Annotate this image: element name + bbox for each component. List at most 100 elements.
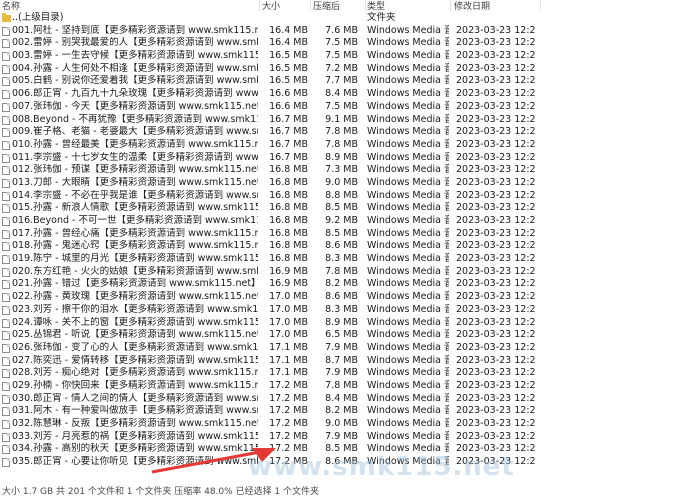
file-type: Windows Media 音... bbox=[367, 379, 449, 391]
file-row[interactable]: 022.孙露 - 黄玫瑰【更多精彩资源请到 www.smk115.net】.wm… bbox=[0, 291, 680, 304]
file-type: Windows Media 音... bbox=[367, 215, 449, 226]
file-name: 008.Beyond - 不再犹豫【更多精彩资源请到 www.smk115.ne… bbox=[12, 113, 258, 125]
column-divider[interactable] bbox=[259, 0, 260, 11]
file-name: 002.雷婷 - 别哭我最爱的人【更多精彩资源请到 www.smk115.net… bbox=[12, 37, 258, 49]
file-compressed-size: 9.2 MB bbox=[325, 215, 358, 226]
file-row[interactable]: 018.孙露 - 鬼迷心窍【更多精彩资源请到 www.smk115.net】.w… bbox=[0, 240, 680, 253]
file-row[interactable]: 003.雷婷 - 一生去守候【更多精彩资源请到 www.smk115.net】.… bbox=[0, 50, 680, 63]
file-row[interactable]: 028.刘芳 - 痴心绝对【更多精彩资源请到 www.smk115.net】.w… bbox=[0, 367, 680, 380]
audio-file-icon bbox=[2, 420, 10, 429]
file-size: 17.2 MB bbox=[269, 405, 308, 417]
status-text: 大小 1.7 GB 共 201 个文件和 1 个文件夹 压缩率 48.0% 已经… bbox=[2, 487, 320, 497]
audio-file-icon bbox=[2, 331, 10, 341]
file-size: 17.0 MB bbox=[269, 329, 308, 341]
file-type: Windows Media 音... bbox=[367, 405, 449, 417]
file-row[interactable]: 014.李宗盛 - 不必在乎我是谁【更多精彩资源请到 www.smk115.ne… bbox=[0, 190, 680, 203]
file-size: 16.5 MB bbox=[269, 62, 308, 74]
file-size: 16.8 MB bbox=[269, 164, 308, 176]
file-row[interactable]: 001.阿杜 - 坚持到底【更多精彩资源请到 www.smk115.net】.w… bbox=[0, 25, 680, 38]
file-size: 16.6 MB bbox=[269, 88, 308, 100]
vertical-scrollbar[interactable] bbox=[673, 12, 680, 468]
file-row[interactable]: 027.陈奕迅 - 爱情转移【更多精彩资源请到 www.smk115.net】.… bbox=[0, 355, 680, 368]
audio-file-icon bbox=[2, 52, 10, 62]
file-row[interactable]: 034.孙露 - 高别的秋天【更多精彩资源请到 www.smk115.net】.… bbox=[0, 443, 680, 456]
file-compressed-size: 8.5 MB bbox=[325, 202, 358, 214]
file-type: Windows Media 音... bbox=[367, 430, 449, 442]
file-name: 013.刀郎 - 大眼睛【更多精彩资源请到 www.smk115.net】.wm… bbox=[12, 176, 258, 188]
file-row[interactable]: 026.张玮伽 - 变了心的人【更多精彩资源请到 www.smk115.net】… bbox=[0, 342, 680, 355]
file-size: 17.1 MB bbox=[269, 341, 308, 353]
file-row[interactable]: 029.孙楠 - 你快回来【更多精彩资源请到 www.smk115.net】.w… bbox=[0, 380, 680, 393]
file-modified: 2023-03-23 12:29 bbox=[456, 341, 536, 353]
file-name: 001.阿杜 - 坚持到底【更多精彩资源请到 www.smk115.net】.w… bbox=[12, 24, 258, 36]
column-divider[interactable] bbox=[365, 0, 366, 11]
file-row[interactable]: 024.谭咏 - 关不上的窗【更多精彩资源请到 www.smk115.net】.… bbox=[0, 317, 680, 330]
file-row[interactable]: 030.郎正宵 - 情人之间的情人【更多精彩资源请到 www.smk115.ne… bbox=[0, 393, 680, 406]
file-row[interactable]: 010.孙露 - 曾经最美【更多精彩资源请到 www.smk115.net】.w… bbox=[0, 139, 680, 152]
file-type: Windows Media 音... bbox=[367, 456, 449, 468]
file-row[interactable]: 020.东方红艳 - 火火的姑娘【更多精彩资源请到 www.smk115.net… bbox=[0, 266, 680, 279]
file-type: Windows Media 音... bbox=[367, 202, 449, 214]
column-modified[interactable]: 修改日期 bbox=[454, 0, 490, 12]
file-type: Windows Media 音... bbox=[367, 278, 449, 290]
file-size: 16.8 MB bbox=[269, 253, 308, 265]
file-modified: 2023-03-23 12:29 bbox=[456, 164, 536, 176]
file-row[interactable]: 008.Beyond - 不再犹豫【更多精彩资源请到 www.smk115.ne… bbox=[0, 114, 680, 127]
file-row[interactable]: 035.郎正宵 - 心要让你听见【更多精彩资源请到 www.smk115.net… bbox=[0, 456, 680, 468]
column-divider[interactable] bbox=[450, 0, 451, 11]
file-compressed-size: 8.9 MB bbox=[325, 151, 358, 163]
file-row[interactable]: 012.张玮伽 - 预谋【更多精彩资源请到 www.smk115.net】.wm… bbox=[0, 164, 680, 177]
column-divider[interactable] bbox=[540, 0, 541, 11]
file-row[interactable]: 011.李宗盛 - 十七岁女生的温柔【更多精彩资源请到 www.smk115.n… bbox=[0, 152, 680, 165]
file-size: 16.5 MB bbox=[269, 75, 308, 87]
file-row[interactable]: 025.丛锦君 - 听说【更多精彩资源请到 www.smk115.net】.wm… bbox=[0, 329, 680, 342]
file-row[interactable]: 023.刘芳 - 擦干你的泪水【更多精彩资源请到 www.smk115.net】… bbox=[0, 304, 680, 317]
audio-file-icon bbox=[2, 356, 10, 366]
audio-file-icon bbox=[2, 204, 10, 214]
column-type[interactable]: 类型 bbox=[367, 0, 385, 12]
audio-file-icon bbox=[2, 191, 10, 201]
file-row[interactable]: 007.张玮伽 - 今天【更多精彩资源请到 www.smk115.net】.wm… bbox=[0, 101, 680, 114]
folder-icon bbox=[2, 13, 11, 22]
parent-folder-row[interactable]: ..(上级目录) 文件夹 bbox=[0, 12, 680, 25]
file-compressed-size: 8.4 MB bbox=[325, 88, 358, 100]
file-row[interactable]: 016.Beyond - 不可一世【更多精彩资源请到 www.smk115.ne… bbox=[0, 215, 680, 228]
file-size: 16.8 MB bbox=[269, 227, 308, 239]
file-compressed-size: 7.6 MB bbox=[325, 24, 358, 36]
file-row[interactable]: 009.崔子格、老猫 - 老婆最大【更多精彩资源请到 www.smk115.ne… bbox=[0, 126, 680, 139]
file-row[interactable]: 002.雷婷 - 别哭我最爱的人【更多精彩资源请到 www.smk115.net… bbox=[0, 37, 680, 50]
file-row[interactable]: 032.陈慧琳 - 反叛【更多精彩资源请到 www.smk115.net】.wm… bbox=[0, 418, 680, 431]
file-row[interactable]: 031.阿木 - 有一种爱叫做放手【更多精彩资源请到 www.smk115.ne… bbox=[0, 405, 680, 418]
file-row[interactable]: 005.白鹤 - 别说你还爱着我【更多精彩资源请到 www.smk115.net… bbox=[0, 75, 680, 88]
file-size: 16.8 MB bbox=[269, 215, 308, 226]
file-row[interactable]: 015.孙露 - 新浪人情歌【更多精彩资源请到 www.smk115.net】.… bbox=[0, 202, 680, 215]
file-compressed-size: 8.5 MB bbox=[325, 227, 358, 239]
column-divider[interactable] bbox=[310, 0, 311, 11]
file-type: Windows Media 音... bbox=[367, 392, 449, 404]
audio-file-icon bbox=[2, 153, 10, 163]
file-size: 16.9 MB bbox=[269, 278, 308, 290]
file-row[interactable]: 013.刀郎 - 大眼睛【更多精彩资源请到 www.smk115.net】.wm… bbox=[0, 177, 680, 190]
file-compressed-size: 8.4 MB bbox=[325, 392, 358, 404]
audio-file-icon bbox=[2, 381, 10, 391]
file-row[interactable]: 033.刘芳 - 月亮惹的祸【更多精彩资源请到 www.smk115.net】.… bbox=[0, 431, 680, 444]
file-modified: 2023-03-23 12:29 bbox=[456, 75, 536, 87]
file-row[interactable]: 017.孙露 - 曾经心痛【更多精彩资源请到 www.smk115.net】.w… bbox=[0, 228, 680, 241]
file-type: Windows Media 音... bbox=[367, 367, 449, 379]
file-compressed-size: 7.8 MB bbox=[325, 265, 358, 277]
file-size: 16.7 MB bbox=[269, 126, 308, 138]
audio-file-icon bbox=[2, 64, 10, 74]
audio-file-icon bbox=[2, 445, 10, 455]
file-row[interactable]: 004.孙露 - 人生何处不相逢【更多精彩资源请到 www.smk115.net… bbox=[0, 63, 680, 76]
file-type: Windows Media 音... bbox=[367, 100, 449, 112]
file-size: 17.1 MB bbox=[269, 354, 308, 366]
file-row[interactable]: 006.郎正宵 - 九百九十九朵玫瑰【更多精彩资源请到 www.smk115.n… bbox=[0, 88, 680, 101]
file-name: 024.谭咏 - 关不上的窗【更多精彩资源请到 www.smk115.net】.… bbox=[12, 316, 258, 328]
audio-file-icon bbox=[2, 242, 10, 252]
file-row[interactable]: 019.陈宁 - 城里的月光【更多精彩资源请到 www.smk115.net】.… bbox=[0, 253, 680, 266]
column-size[interactable]: 大小 bbox=[262, 0, 280, 12]
file-name: 014.李宗盛 - 不必在乎我是谁【更多精彩资源请到 www.smk115.ne… bbox=[12, 189, 258, 201]
column-name[interactable]: 名称 bbox=[2, 0, 20, 12]
file-row[interactable]: 021.孙露 - 错过【更多精彩资源请到 www.smk115.net】.wma… bbox=[0, 278, 680, 291]
column-compressed-size[interactable]: 压缩后 bbox=[313, 0, 340, 12]
